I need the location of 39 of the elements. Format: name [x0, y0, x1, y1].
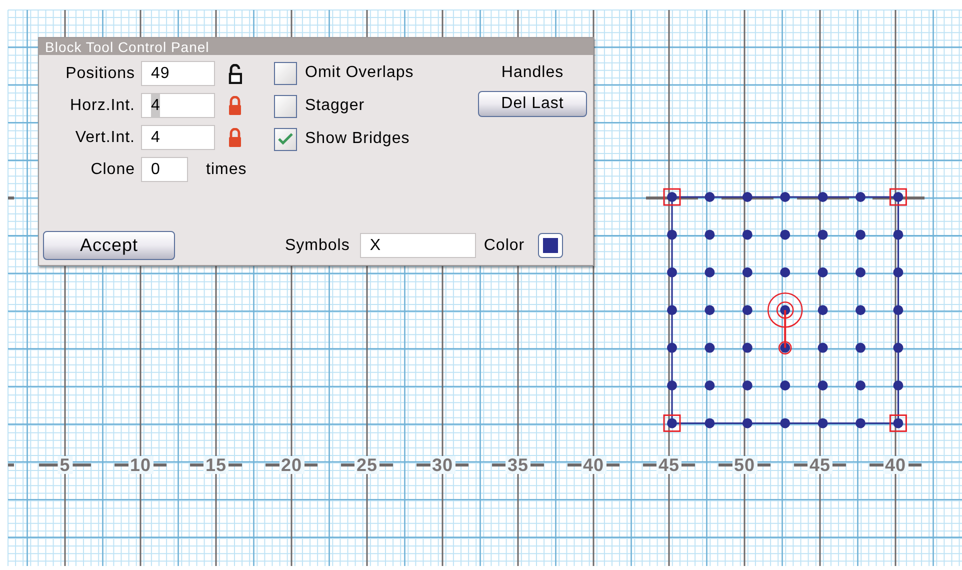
- ruler-label: 40: [580, 456, 606, 474]
- ruler-label: 30: [430, 456, 456, 474]
- ruler-label: 20: [278, 456, 304, 474]
- ruler-label: 40: [882, 456, 908, 474]
- ruler-label: 5: [58, 456, 72, 474]
- del-last-button[interactable]: Del Last: [478, 91, 587, 117]
- ruler-label: 50: [732, 456, 758, 474]
- ruler-label: 35: [505, 456, 531, 474]
- ruler-label: 45: [656, 456, 682, 474]
- field-label: Clone: [90, 160, 135, 180]
- handles-label: Handles: [501, 63, 564, 83]
- checkbox-label: Omit Overlaps: [305, 63, 414, 83]
- ruler-label: 45: [807, 456, 833, 474]
- field-label: Vert.Int.: [74, 128, 135, 148]
- number-field[interactable]: 4: [141, 125, 215, 150]
- ruler-label: 25: [354, 456, 380, 474]
- lock-icon[interactable]: [228, 128, 242, 148]
- checkbox[interactable]: [274, 62, 297, 84]
- number-field[interactable]: 4: [141, 93, 215, 118]
- ruler-label: 15: [203, 456, 229, 474]
- number-field[interactable]: 0: [141, 157, 188, 182]
- ruler-label: 10: [128, 456, 154, 474]
- check-icon: [278, 133, 293, 145]
- checkbox-label: Show Bridges: [305, 129, 410, 149]
- number-field[interactable]: 49: [141, 61, 215, 86]
- unlocked-lock-icon[interactable]: [228, 64, 242, 84]
- field-label: Positions: [64, 64, 135, 84]
- color-label: Color: [484, 236, 525, 256]
- checkbox-label: Stagger: [305, 96, 365, 116]
- lock-icon[interactable]: [228, 96, 242, 116]
- accept-button[interactable]: Accept: [43, 231, 175, 260]
- symbols-field[interactable]: X: [360, 233, 476, 258]
- checkbox[interactable]: [274, 128, 297, 150]
- panel-title: Block Tool Control Panel: [45, 40, 210, 54]
- field-label: Horz.Int.: [69, 96, 135, 116]
- symbols-label: Symbols: [285, 236, 350, 256]
- color-swatch[interactable]: [538, 233, 563, 258]
- field-suffix: times: [206, 160, 247, 180]
- checkbox[interactable]: [274, 94, 297, 118]
